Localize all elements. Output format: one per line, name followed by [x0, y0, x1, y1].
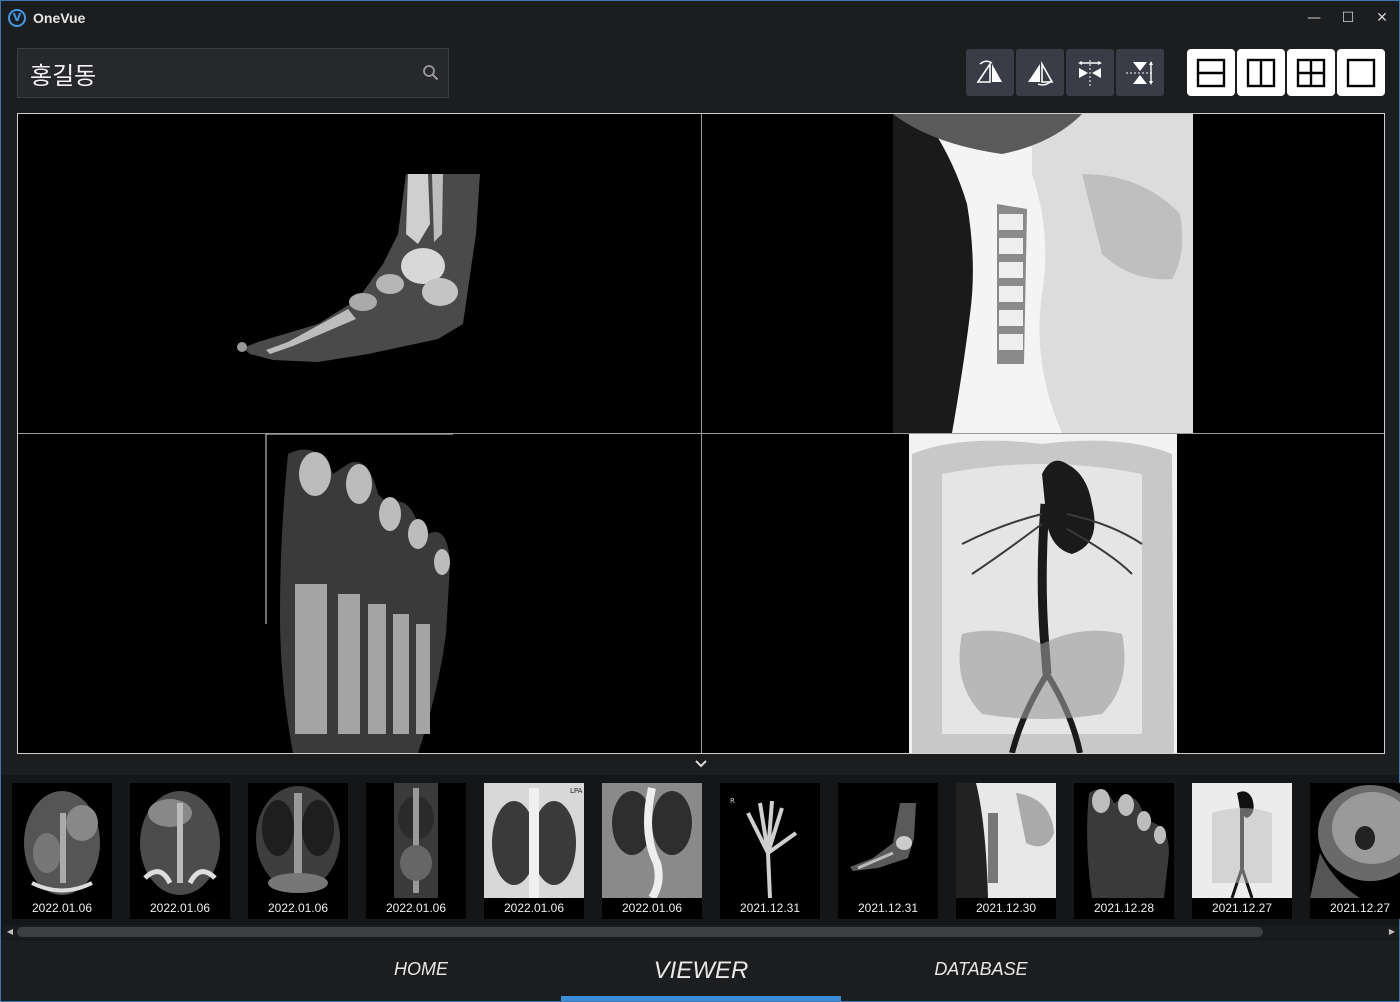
- title-bar: V OneVue — ☐ ✕: [1, 1, 1399, 34]
- thumbnail-image: [956, 783, 1056, 898]
- search-icon[interactable]: [422, 64, 440, 82]
- thumbnail-item[interactable]: 2022.01.06: [366, 783, 466, 919]
- flip-arrows-vertical-icon: [1126, 60, 1154, 85]
- search-input-value[interactable]: 홍길동: [30, 56, 96, 91]
- image-viewer-grid: [17, 113, 1385, 754]
- thumbnail-item[interactable]: R 2021.12.31: [720, 783, 820, 919]
- app-window: V OneVue — ☐ ✕ 홍길동 2022.01.06 2022.01.06…: [0, 0, 1400, 1002]
- viewport-top-left[interactable]: [18, 114, 701, 433]
- window-controls: — ☐ ✕: [1297, 1, 1399, 34]
- thumbnail-item[interactable]: 2021.12.30: [956, 783, 1056, 919]
- maximize-button[interactable]: ☐: [1331, 1, 1365, 34]
- thumbnail-date: 2021.12.27: [1192, 898, 1292, 919]
- svg-text:R: R: [730, 797, 735, 805]
- flip-horizontal-arrows-button[interactable]: [1066, 49, 1114, 96]
- layout-2x2-button[interactable]: [1287, 49, 1335, 96]
- thumbnail-date: 2022.01.06: [130, 898, 230, 919]
- close-button[interactable]: ✕: [1365, 1, 1399, 34]
- thumbnail-image: [130, 783, 230, 898]
- thumbnail-date: 2021.12.30: [956, 898, 1056, 919]
- thumbnail-item[interactable]: 2021.12.28: [1074, 783, 1174, 919]
- foot-mri-image: [265, 434, 453, 753]
- cervical-spine-xray-image: [893, 114, 1193, 433]
- viewport-bottom-left[interactable]: [18, 434, 701, 753]
- thumbnail-image: [838, 783, 938, 898]
- thumbnail-strip: 2022.01.06 2022.01.06 2022.01.06 2022.01…: [1, 775, 1400, 940]
- minimize-button[interactable]: —: [1297, 1, 1331, 34]
- thumbnail-date: 2021.12.31: [720, 898, 820, 919]
- foot-ct-image: [237, 174, 480, 362]
- nav-viewer[interactable]: VIEWER: [621, 957, 781, 985]
- thumbnail-image: [1310, 783, 1400, 898]
- thumbnail-item[interactable]: 2021.12.27: [1310, 783, 1400, 919]
- flip-horizontal-button[interactable]: [1016, 49, 1064, 96]
- scroll-right-icon[interactable]: ▶: [1387, 927, 1397, 937]
- layout-2-rows-icon: [1196, 58, 1226, 87]
- thumbnail-image: [1192, 783, 1292, 898]
- layout-1x1-button[interactable]: [1337, 49, 1385, 96]
- thumbnail-date: 2022.01.06: [602, 898, 702, 919]
- nav-database[interactable]: DATABASE: [911, 959, 1051, 980]
- thumbnail-item[interactable]: 2021.12.31: [838, 783, 938, 919]
- scroll-left-icon[interactable]: ◀: [5, 927, 15, 937]
- flip-horizontal-icon: [1028, 60, 1054, 86]
- thumbnail-date: 2021.12.27: [1310, 898, 1400, 919]
- flip-vertical-button[interactable]: [966, 49, 1014, 96]
- thumbnail-item[interactable]: 2022.01.06: [130, 783, 230, 919]
- thumbnail-image: R: [720, 783, 820, 898]
- thumbnail-scrollbar[interactable]: ◀ ▶: [3, 925, 1399, 939]
- app-title: OneVue: [33, 9, 86, 26]
- thumbnail-image: LPA: [484, 783, 584, 898]
- nav-home[interactable]: HOME: [371, 959, 471, 980]
- scrollbar-thumb[interactable]: [17, 927, 1263, 937]
- thumbnail-image: [366, 783, 466, 898]
- thumbnail-item[interactable]: 2022.01.06: [12, 783, 112, 919]
- layout-2-columns-button[interactable]: [1237, 49, 1285, 96]
- thumbnail-item[interactable]: LPA 2022.01.06: [484, 783, 584, 919]
- thumbnail-date: 2022.01.06: [484, 898, 584, 919]
- layout-2x2-icon: [1296, 58, 1326, 87]
- thumbnail-image: [1074, 783, 1174, 898]
- flip-arrows-horizontal-icon: [1078, 59, 1102, 86]
- layout-2-rows-button[interactable]: [1187, 49, 1235, 96]
- layout-2-columns-icon: [1246, 58, 1276, 87]
- thumbnail-image: [12, 783, 112, 898]
- thumbnail-date: 2022.01.06: [248, 898, 348, 919]
- thumbnail-item[interactable]: 2021.12.27: [1192, 783, 1292, 919]
- angiography-image: [909, 434, 1177, 753]
- bottom-navigation: HOME VIEWER DATABASE: [1, 941, 1399, 1001]
- app-logo-icon: V: [8, 8, 26, 27]
- thumbnail-image: [248, 783, 348, 898]
- thumbnail-date: 2022.01.06: [366, 898, 466, 919]
- viewport-top-right[interactable]: [702, 114, 1384, 433]
- patient-search-field[interactable]: 홍길동: [17, 48, 449, 98]
- thumbnail-date: 2022.01.06: [12, 898, 112, 919]
- viewport-divider-horizontal[interactable]: [18, 433, 1384, 434]
- flip-vertical-arrows-button[interactable]: [1116, 49, 1164, 96]
- thumbnail-item[interactable]: 2022.01.06: [248, 783, 348, 919]
- svg-text:LPA: LPA: [570, 787, 583, 795]
- nav-active-indicator: [561, 996, 841, 1001]
- flip-vertical-icon: [976, 60, 1002, 83]
- thumbnail-image: [602, 783, 702, 898]
- thumbnail-item[interactable]: 2022.01.06: [602, 783, 702, 919]
- chevron-down-icon[interactable]: [693, 757, 709, 771]
- thumbnail-date: 2021.12.31: [838, 898, 938, 919]
- layout-1x1-icon: [1346, 58, 1376, 87]
- thumbnail-date: 2021.12.28: [1074, 898, 1174, 919]
- viewport-bottom-right[interactable]: [702, 434, 1384, 753]
